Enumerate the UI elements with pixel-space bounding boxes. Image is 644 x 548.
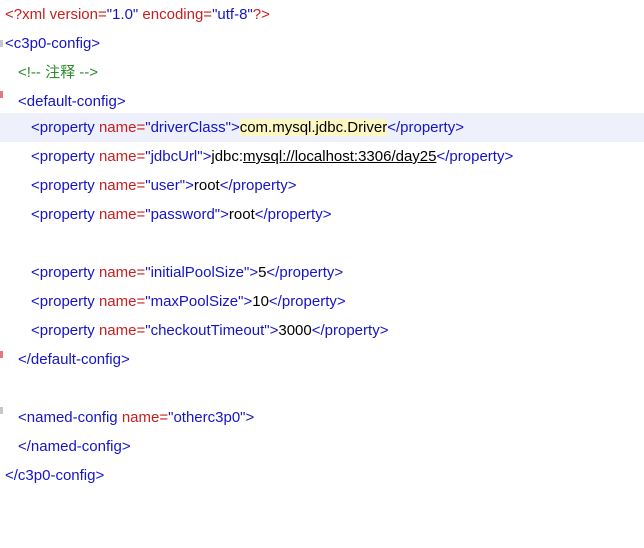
code-line-12[interactable]: <property name="checkoutTimeout">3000</p… <box>0 316 644 345</box>
code-line-1[interactable]: <?xml version="1.0" encoding="utf-8"?> <box>0 0 644 29</box>
code-line-8[interactable]: <property name="password">root</property… <box>0 200 644 229</box>
property-max-pool-size: <property name="maxPoolSize">10</propert… <box>31 293 346 310</box>
code-editor[interactable]: <?xml version="1.0" encoding="utf-8"?> <… <box>0 0 644 491</box>
code-line-4[interactable]: <default-config> <box>0 87 644 116</box>
default-config-open-tag: <default-config> <box>18 93 126 110</box>
property-user: <property name="user">root</property> <box>31 177 297 194</box>
default-config-close-tag: </default-config> <box>18 351 130 368</box>
c3p0-config-open-tag: <c3p0-config> <box>5 35 101 52</box>
code-line-14[interactable] <box>0 374 644 403</box>
named-config-close-tag: </named-config> <box>18 438 131 455</box>
xml-comment: <!-- 注释 --> <box>18 64 99 81</box>
property-jdbc-url: <property name="jdbcUrl">jdbc:mysql://lo… <box>31 148 514 165</box>
code-line-10[interactable]: <property name="initialPoolSize">5</prop… <box>0 258 644 287</box>
property-initial-pool-size: <property name="initialPoolSize">5</prop… <box>31 264 344 281</box>
code-line-15[interactable]: <named-config name="otherc3p0"> <box>0 403 644 432</box>
fold-marker[interactable] <box>0 407 3 414</box>
fold-marker[interactable] <box>0 351 3 358</box>
code-line-5[interactable]: <property name="driverClass">com.mysql.j… <box>0 113 644 142</box>
code-line-17[interactable]: </c3p0-config> <box>0 461 644 490</box>
code-line-9[interactable] <box>0 229 644 258</box>
code-line-16[interactable]: </named-config> <box>0 432 644 461</box>
code-line-13[interactable]: </default-config> <box>0 345 644 374</box>
jdbc-url-link[interactable]: mysql://localhost:3306/day25 <box>243 148 436 165</box>
property-driver-class: <property name="driverClass">com.mysql.j… <box>31 119 464 136</box>
named-config-open-tag: <named-config name="otherc3p0"> <box>18 409 255 426</box>
property-checkout-timeout: <property name="checkoutTimeout">3000</p… <box>31 322 389 339</box>
code-line-11[interactable]: <property name="maxPoolSize">10</propert… <box>0 287 644 316</box>
code-line-2[interactable]: <c3p0-config> <box>0 29 644 58</box>
code-line-6[interactable]: <property name="jdbcUrl">jdbc:mysql://lo… <box>0 142 644 171</box>
code-line-7[interactable]: <property name="user">root</property> <box>0 171 644 200</box>
c3p0-config-close-tag: </c3p0-config> <box>5 467 105 484</box>
xml-declaration: <?xml version="1.0" encoding="utf-8"?> <box>5 6 270 23</box>
fold-marker[interactable] <box>0 40 3 47</box>
fold-marker[interactable] <box>0 91 3 98</box>
property-password: <property name="password">root</property… <box>31 206 332 223</box>
code-line-3[interactable]: <!-- 注释 --> <box>0 58 644 87</box>
